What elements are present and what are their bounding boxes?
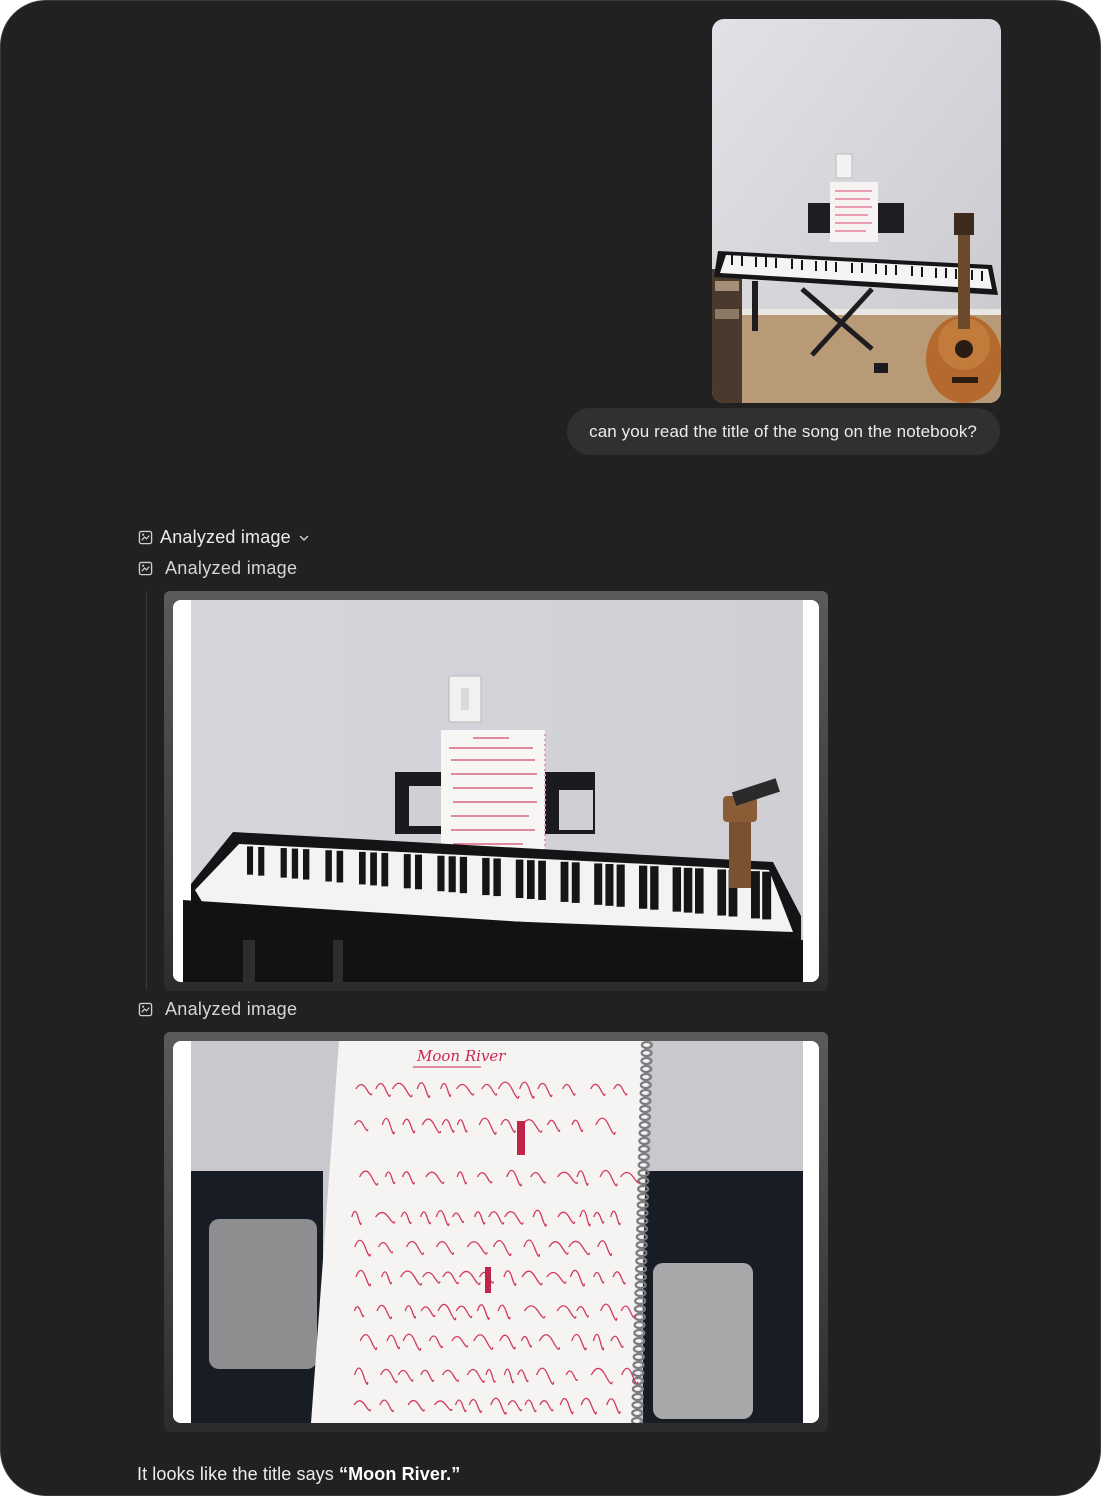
piano-black-key: [683, 867, 693, 913]
step-label: Analyzed image: [165, 999, 298, 1019]
piano-black-key: [560, 861, 569, 902]
piano-black-key: [370, 852, 377, 886]
piano-black-key: [571, 862, 580, 903]
analyzed-image-thumbnail-2[interactable]: Moon River: [164, 1032, 828, 1432]
piano-black-key: [303, 849, 310, 880]
piano-black-key: [415, 854, 422, 890]
piano-black-key: [650, 866, 659, 910]
piano-black-key: [291, 848, 299, 879]
chevron-down-icon: [299, 535, 309, 541]
step-connector-line: [146, 591, 147, 990]
piano-black-key: [717, 869, 727, 916]
analyzed-image-2: Moon River: [173, 1041, 819, 1423]
piano-black-key: [448, 856, 456, 893]
piano-black-key: [482, 857, 490, 896]
analyzed-image-thumbnail-1[interactable]: [164, 591, 828, 991]
image-analyze-icon: [138, 561, 153, 576]
piano-black-key: [325, 850, 332, 882]
piano-black-key: [695, 868, 704, 914]
piano-black-key: [616, 864, 625, 907]
analyzed-image-step-1: Analyzed image: [138, 558, 297, 579]
piano-black-key: [258, 846, 265, 876]
step-label: Analyzed image: [165, 558, 298, 578]
piano-black-key: [594, 863, 603, 905]
answer-emphasis: “Moon River.”: [338, 1464, 461, 1484]
answer-prefix: It looks like the title says: [137, 1464, 339, 1484]
piano-black-key: [605, 863, 614, 906]
piano-closeup-photo: [173, 600, 819, 982]
image-analyze-icon: [138, 530, 153, 545]
analyzed-image-step-2: Analyzed image: [138, 999, 297, 1020]
chat-window: can you read the title of the song on th…: [0, 0, 1101, 1496]
piano-black-key: [336, 850, 344, 883]
piano-room-photo: [712, 19, 1001, 403]
analyzed-image-summary-toggle[interactable]: Analyzed image: [138, 527, 310, 548]
notebook-title-handwriting: Moon River: [416, 1047, 506, 1065]
assistant-answer: It looks like the title says “Moon River…: [137, 1464, 460, 1485]
piano-black-key: [538, 860, 546, 900]
piano-black-key: [751, 871, 760, 919]
user-message-bubble: can you read the title of the song on th…: [567, 408, 1000, 455]
summary-label: Analyzed image: [160, 527, 291, 547]
piano-black-key: [403, 854, 411, 889]
piano-black-key: [672, 867, 682, 912]
piano-black-key: [639, 865, 648, 909]
analyzed-image-1: [173, 600, 819, 982]
image-analyze-icon: [138, 1002, 153, 1017]
piano-black-key: [381, 852, 389, 887]
piano-black-key: [247, 846, 254, 875]
piano-black-key: [762, 871, 772, 920]
piano-black-key: [493, 858, 501, 897]
piano-black-key: [437, 855, 445, 892]
piano-black-key: [527, 860, 535, 899]
notebook-closeup-photo: Moon River: [173, 1041, 819, 1423]
piano-black-key: [459, 856, 468, 894]
piano-black-key: [359, 851, 366, 885]
piano-black-key: [515, 859, 524, 899]
piano-black-key: [280, 848, 287, 878]
user-uploaded-photo[interactable]: [712, 19, 1001, 403]
